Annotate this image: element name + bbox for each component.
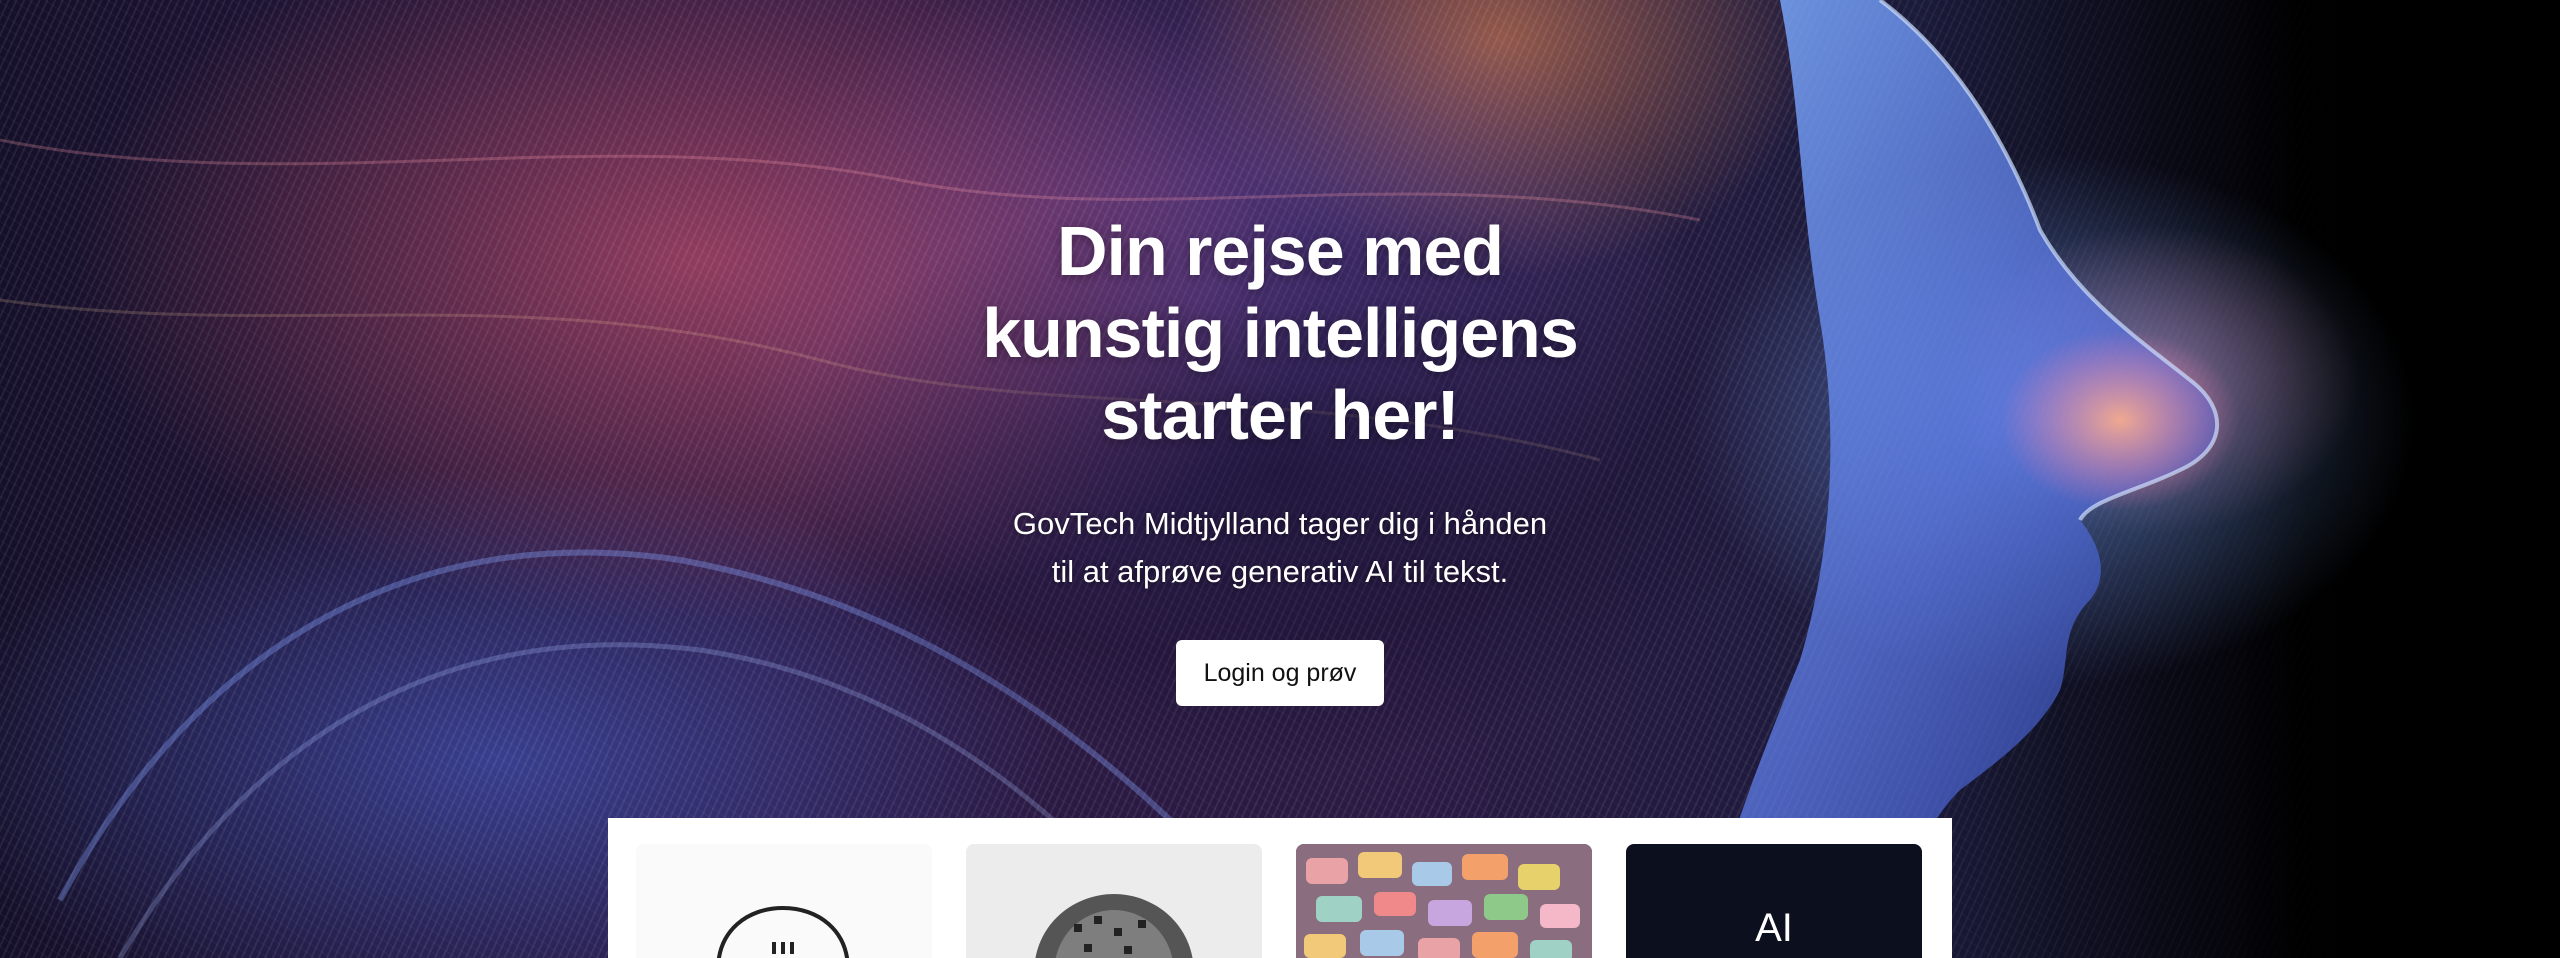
feature-card-chat[interactable]: [636, 844, 932, 958]
login-and-try-button[interactable]: Login og prøv: [1175, 640, 1385, 706]
hero-title-line: Din rejse med: [1056, 212, 1504, 290]
feature-card-bubbles[interactable]: [1296, 844, 1592, 958]
hero-subtitle-line: GovTech Midtjylland tager dig i hånden: [1012, 506, 1548, 541]
hero-section: Din rejse med kunstig intelligens starte…: [0, 0, 2560, 958]
hero-title: Din rejse med kunstig intelligens starte…: [880, 210, 1680, 456]
brain-pattern-image: [1035, 894, 1193, 958]
hero-title-line: starter her!: [1101, 376, 1460, 454]
hero-content: Din rejse med kunstig intelligens starte…: [880, 210, 1680, 706]
hero-subtitle: GovTech Midtjylland tager dig i hånden t…: [880, 500, 1680, 596]
feature-cards: AI: [608, 818, 1952, 958]
speech-bubbles-image: [1296, 844, 1592, 958]
feature-card-brain[interactable]: [966, 844, 1262, 958]
chat-bubble-icon: [717, 905, 849, 958]
feature-card-ai[interactable]: AI: [1626, 844, 1922, 958]
ai-label: AI: [1755, 906, 1793, 950]
hero-title-line: kunstig intelligens: [982, 294, 1579, 372]
hero-subtitle-line: til at afprøve generativ AI til tekst.: [1051, 554, 1509, 589]
